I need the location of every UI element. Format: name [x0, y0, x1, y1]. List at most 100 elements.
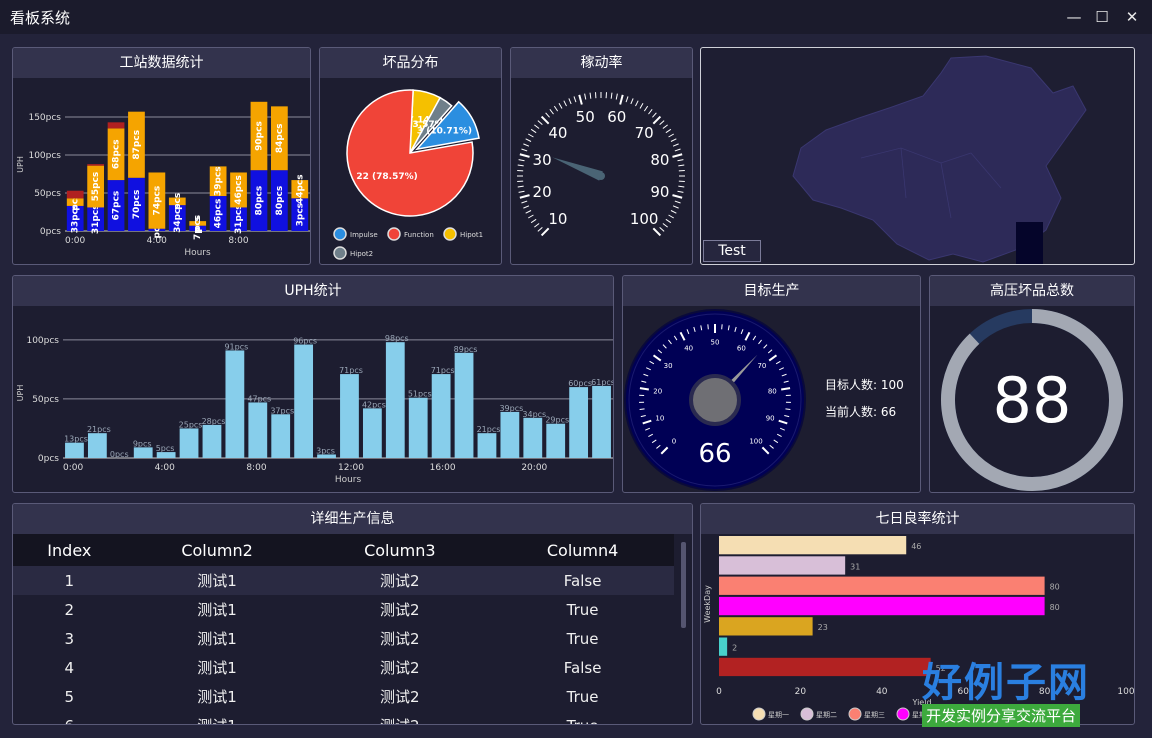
bar-data-label: 68pcs [112, 139, 122, 169]
y-tick-label: 50pcs [32, 395, 59, 405]
map-panel[interactable]: Test [700, 47, 1135, 265]
bar-data-label: 87pcs [132, 130, 142, 160]
panel-title: 工站数据统计 [13, 48, 310, 78]
table-row[interactable]: 2 测试1 测试2 True [13, 595, 674, 624]
gauge-tick [519, 194, 530, 199]
gauge-tick [659, 227, 665, 232]
detail-panel: 详细生产信息 Index Column2 Column3 Column4 1 测试… [12, 503, 693, 725]
gauge-tick [523, 205, 530, 209]
gauge-tick [677, 190, 684, 193]
panel-title: 七日良率统计 [701, 504, 1134, 534]
table-cell: 测试1 [126, 711, 309, 724]
bar-data-label: 70pcs [132, 190, 142, 220]
column-header[interactable]: Column4 [491, 534, 674, 566]
bar [202, 424, 222, 458]
column-header[interactable]: Index [13, 534, 126, 566]
yield-data-label: 80 [1050, 583, 1060, 592]
table-header-row: Index Column2 Column3 Column4 [13, 534, 674, 566]
gauge-tick [534, 124, 540, 129]
gauge-tick-label: 100 [749, 437, 762, 445]
bar [477, 433, 497, 458]
bar-data-label: 44pcs [295, 174, 305, 204]
gauge-tick [578, 94, 583, 105]
gauge-tick-label: 20 [533, 183, 552, 201]
yield-data-label: 2 [732, 644, 737, 653]
gauge-tick-label: 10 [655, 414, 664, 422]
y-tick-label: 100pcs [26, 336, 59, 346]
detail-table: Index Column2 Column3 Column4 1 测试1 测试2 Fal… [13, 534, 674, 724]
table-row[interactable]: 3 测试1 测试2 True [13, 624, 674, 653]
china-map[interactable] [701, 48, 1134, 264]
gauge-tick-label: 50 [576, 108, 595, 126]
bar-data-label: 21pcs [477, 425, 501, 434]
x-tick-label: 4:00 [155, 463, 175, 473]
x-axis-label: Hours [184, 248, 211, 258]
pie-data-label: 3 (10.71%) [417, 127, 472, 137]
target-panel: 目标生产 0 10 20 30 40 50 60 70 80 90 100 66 目标人数: 100 … [622, 275, 921, 493]
table-cell: 测试1 [197, 630, 237, 648]
table-row[interactable]: 1 测试1 测试2 False [13, 566, 674, 595]
bar-data-label: 9pcs [133, 439, 152, 448]
legend-label: Function [404, 231, 434, 239]
gauge-tick-label: 90 [650, 183, 669, 201]
gauge-tick-label: 10 [548, 210, 567, 228]
table-cell: 5 [64, 687, 75, 706]
table-scrollbar[interactable] [681, 542, 686, 628]
gauge-tick-label: 70 [635, 124, 654, 142]
bar-data-label: 74pcs [152, 186, 162, 216]
legend-swatch [333, 227, 347, 241]
panel-title: 稼动率 [511, 48, 692, 78]
legend-swatch [848, 707, 862, 721]
gauge-tick [643, 105, 649, 112]
bar [592, 385, 611, 458]
y-axis-label: UPH [16, 156, 25, 173]
bar [500, 411, 520, 458]
x-tick-label: 100 [1117, 687, 1134, 697]
detail-table-wrap[interactable]: Index Column2 Column3 Column4 1 测试1 测试2 Fal… [13, 534, 674, 724]
gauge-tick-label: 20 [653, 387, 662, 395]
table-cell: 测试2 [308, 711, 491, 724]
bar [385, 342, 405, 458]
legend-label: Impulse [350, 231, 378, 239]
minimize-button[interactable]: — [1062, 6, 1086, 28]
gauge-hub [689, 374, 741, 426]
test-button[interactable]: Test [703, 240, 761, 262]
x-tick-label: 8:00 [228, 236, 248, 246]
close-button[interactable]: ✕ [1120, 6, 1144, 28]
gauge-tick [619, 94, 624, 105]
gauge-tick [558, 103, 563, 109]
gauge-tick [635, 100, 639, 107]
gauge-tick [665, 128, 672, 134]
column-header[interactable]: Column2 [125, 534, 309, 566]
column-header[interactable]: Column3 [308, 534, 492, 566]
table-cell: True [566, 629, 599, 648]
bar [408, 397, 428, 458]
bar-data-label: pcs [193, 215, 203, 232]
table-cell: True [566, 600, 599, 619]
target-count: 目标人数: 100 [825, 378, 904, 392]
gauge-needle [552, 157, 603, 181]
yield-data-label: 31 [850, 562, 860, 571]
bar-data-label: 91pcs [224, 342, 248, 351]
gauge-tick [528, 214, 534, 219]
current-count: 当前人数: 66 [825, 405, 897, 419]
bar [362, 408, 382, 458]
x-tick-label: 16:00 [430, 463, 456, 473]
bar-data-label: 5pcs [156, 444, 175, 453]
gauge-tick [610, 92, 613, 99]
uph-chart: 0pcs 50pcs 100pcs UPH Hours 0:00 4:00 8:00 12:00… [16, 334, 613, 485]
bar-data-label: 21pcs [87, 425, 111, 434]
table-row[interactable]: 4 测试1 测试2 False [13, 653, 674, 682]
x-tick-label: 20:00 [521, 463, 547, 473]
panel-title: 高压坏品总数 [930, 276, 1134, 306]
table-row[interactable]: 6测试1测试2True [13, 711, 674, 725]
gauge-tick [670, 210, 677, 214]
gauge-tick [530, 218, 537, 224]
panel-title: 目标生产 [623, 276, 920, 306]
station-chart: 0pcs50pcs100pcs150pcsUPHHours0:00 4:00 8:0… [16, 101, 310, 258]
gauge-tick-label: 40 [548, 124, 567, 142]
gauge-tick [521, 200, 528, 204]
y-tick-label: 0pcs [38, 454, 59, 464]
maximize-button[interactable]: ☐ [1090, 6, 1114, 28]
table-row[interactable]: 5 测试1 测试2 True [13, 682, 674, 711]
